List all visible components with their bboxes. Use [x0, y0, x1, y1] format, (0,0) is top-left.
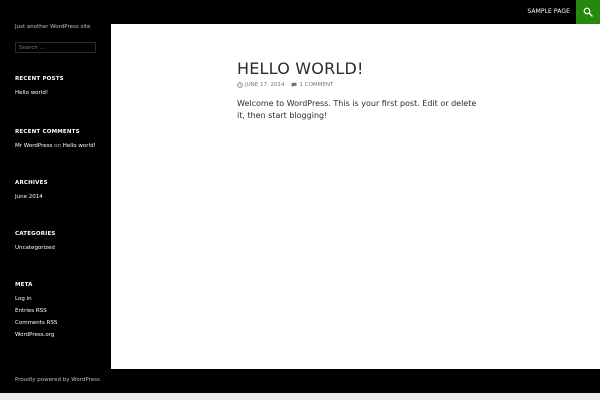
post-article: HELLO WORLD! JUNE 17, 2014 1 COMMENT Wel… — [237, 59, 477, 122]
post-date: JUNE 17, 2014 — [245, 82, 285, 88]
site-title[interactable] — [15, 6, 165, 18]
search-toggle-button[interactable] — [576, 0, 600, 24]
comment-author-link[interactable]: Mr WordPress — [15, 143, 52, 149]
meta-link-log-in[interactable]: Log in — [15, 296, 32, 302]
widget-title-meta: META — [15, 282, 33, 288]
comment-post-link[interactable]: Hello world! — [63, 143, 96, 149]
recent-comment-item: Mr WordPress on Hello world! — [15, 140, 103, 152]
comment-icon — [291, 82, 297, 88]
site-footer: Proudly powered by WordPress — [0, 369, 600, 393]
meta-link-entries-rss[interactable]: Entries RSS — [15, 308, 47, 314]
archive-link-june-2014[interactable]: June 2014 — [15, 194, 43, 200]
category-link-uncategorized[interactable]: Uncategorized — [15, 245, 55, 251]
nav-item-sample-page[interactable]: SAMPLE PAGE — [521, 0, 576, 24]
meta-link-comments-rss[interactable]: Comments RSS — [15, 320, 57, 326]
post-meta: JUNE 17, 2014 1 COMMENT — [237, 82, 477, 88]
site-header: SAMPLE PAGE — [0, 0, 600, 24]
post-comments-count: 1 COMMENT — [299, 82, 334, 88]
search-input[interactable] — [15, 42, 96, 53]
search-icon — [583, 7, 593, 17]
widget-categories: CATEGORIES Uncategorized — [15, 231, 103, 254]
post-title[interactable]: HELLO WORLD! — [237, 59, 477, 79]
widget-recent-posts: RECENT POSTS Hello world! — [15, 76, 103, 99]
footer-credit-link[interactable]: Proudly powered by WordPress — [15, 377, 100, 383]
sidebar: Just another WordPress site RECENT POSTS… — [0, 24, 111, 369]
widget-title-recent-posts: RECENT POSTS — [15, 76, 64, 82]
recent-post-link[interactable]: Hello world! — [15, 90, 48, 96]
widget-archives: ARCHIVES June 2014 — [15, 180, 103, 203]
site-description: Just another WordPress site — [15, 24, 91, 30]
widget-title-archives: ARCHIVES — [15, 180, 48, 186]
comment-on-label: on — [54, 143, 61, 149]
widget-title-categories: CATEGORIES — [15, 231, 56, 237]
widget-title-recent-comments: RECENT COMMENTS — [15, 129, 80, 135]
bottom-strip — [0, 393, 600, 400]
content-area: HELLO WORLD! JUNE 17, 2014 1 COMMENT Wel… — [111, 24, 600, 369]
post-comments-link[interactable]: 1 COMMENT — [291, 82, 333, 88]
primary-navigation: SAMPLE PAGE — [521, 0, 576, 24]
widget-meta: META Log in Entries RSS Comments RSS Wor… — [15, 282, 103, 341]
post-content: Welcome to WordPress. This is your first… — [237, 99, 477, 120]
meta-link-wordpress-org[interactable]: WordPress.org — [15, 332, 54, 338]
widget-recent-comments: RECENT COMMENTS Mr WordPress on Hello wo… — [15, 129, 103, 152]
clock-icon — [237, 82, 243, 88]
post-date-link[interactable]: JUNE 17, 2014 — [237, 82, 284, 88]
